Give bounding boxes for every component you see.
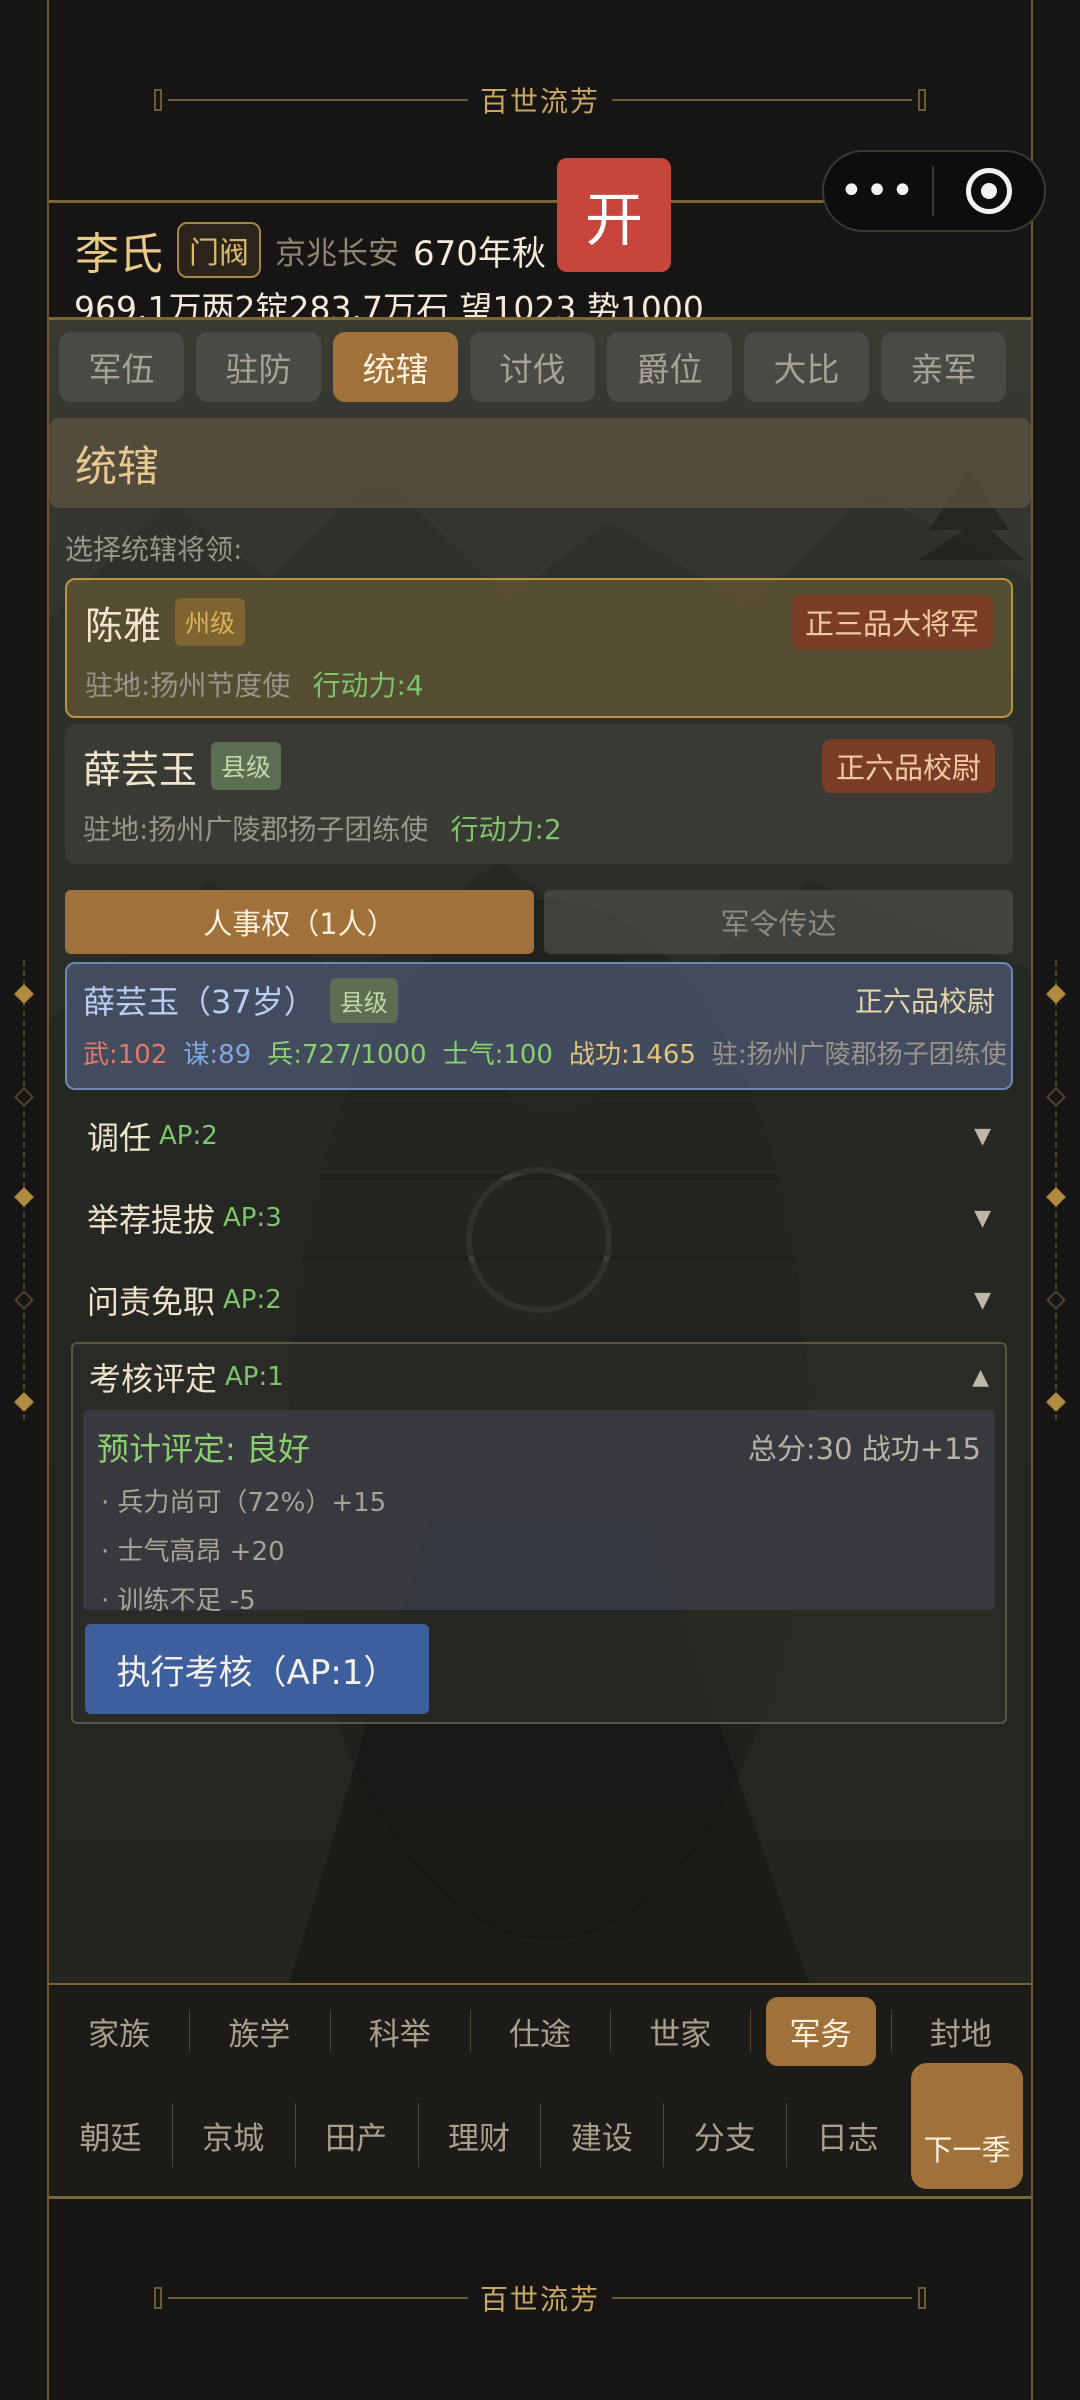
officer-name: 薛芸玉（37岁） [83, 983, 316, 1021]
nav-exam[interactable]: 科举 [329, 1993, 470, 2069]
subtab-personnel[interactable]: 人事权（1人） [65, 890, 534, 954]
officer-martial: 武:102 [83, 1040, 168, 1070]
chevron-down-icon: ▼ [974, 1287, 991, 1313]
player-header: 李氏 门阀 京兆长安 670年秋 [75, 218, 546, 282]
assessment-item: · 兵力尚可（72%）+15 [101, 1488, 387, 1518]
nav-clan-school[interactable]: 族学 [189, 1993, 329, 2069]
assessment-preview: 预计评定: 良好 总分:30 战功+15 · 兵力尚可（72%）+15 · 士气… [83, 1410, 995, 1616]
nav-label: 科举 [368, 2016, 431, 2053]
right-ornament [1032, 960, 1080, 1420]
nav-branch[interactable]: 分支 [663, 2077, 786, 2193]
chevron-up-icon: ▲ [972, 1364, 989, 1390]
main-panel: 军伍 驻防 统辖 讨伐 爵位 大比 亲军 统辖 选择统辖将领: 陈雅 州级 正三… [49, 320, 1031, 1984]
officer-rank: 正六品校尉 [854, 985, 995, 1018]
assessment-item: · 士气高昂 +20 [101, 1537, 285, 1567]
assessment-header[interactable]: 考核评定 AP:1 ▲ [73, 1344, 1005, 1410]
general-level-badge: 州级 [175, 598, 246, 646]
officer-post: 驻:扬州广陵郡扬子团练使 [711, 1040, 1007, 1070]
nav-label: 世家 [649, 2016, 712, 2053]
general-action-points: 行动力:4 [312, 669, 424, 702]
general-action-points: 行动力:2 [450, 813, 562, 846]
clan-location: 京兆长安 [275, 235, 399, 272]
mini-program-capsule: ••• [822, 150, 1046, 232]
tab-taofa[interactable]: 讨伐 [470, 332, 595, 402]
banner-title: 百世流芳 [479, 85, 600, 118]
more-dots-icon[interactable]: ••• [824, 171, 932, 211]
assessment-item: · 训练不足 -5 [101, 1586, 256, 1616]
action-title: 调任 [87, 1119, 152, 1157]
action-transfer[interactable]: 调任 AP:2 ▼ [71, 1098, 1007, 1174]
select-general-label: 选择统辖将领: [65, 533, 243, 566]
target-icon[interactable] [934, 168, 1044, 214]
nav-estate[interactable]: 田产 [294, 2077, 418, 2193]
officer-strategy: 谋:89 [183, 1040, 252, 1070]
nav-noble-houses[interactable]: 世家 [610, 1993, 750, 2069]
nav-label: 军务 [765, 1996, 876, 2066]
action-promote[interactable]: 举荐提拔 AP:3 ▼ [71, 1180, 1007, 1256]
action-ap: AP:2 [223, 1285, 282, 1315]
tab-junwu[interactable]: 军伍 [59, 332, 184, 402]
general-post: 驻地:扬州节度使 [85, 669, 291, 702]
bottom-banner: 百世流芳 [49, 2198, 1031, 2398]
officer-level-badge: 县级 [329, 977, 398, 1023]
nav-court[interactable]: 朝廷 [49, 2077, 172, 2193]
tab-tongxia[interactable]: 统辖 [333, 332, 458, 402]
game-date: 670年秋 [413, 233, 546, 274]
next-season-button[interactable]: 下一季 [911, 2063, 1023, 2189]
general-name: 陈雅 [85, 603, 162, 648]
clan-rank-badge: 门阀 [177, 222, 261, 278]
nav-fief[interactable]: 封地 [890, 1993, 1031, 2069]
action-title: 举荐提拔 [87, 1201, 216, 1239]
assessment-panel: 考核评定 AP:1 ▲ 预计评定: 良好 总分:30 战功+15 · 兵力尚可（… [71, 1342, 1007, 1724]
military-tabs: 军伍 驻防 统辖 讨伐 爵位 大比 亲军 [49, 332, 1031, 402]
general-card-selected[interactable]: 陈雅 州级 正三品大将军 驻地:扬州节度使 行动力:4 [65, 578, 1013, 718]
nav-capital[interactable]: 京城 [171, 2077, 295, 2193]
chevron-down-icon: ▼ [974, 1123, 991, 1149]
nav-finance[interactable]: 理财 [417, 2077, 541, 2193]
general-level-badge: 县级 [211, 742, 282, 790]
chevron-down-icon: ▼ [974, 1205, 991, 1231]
action-title: 问责免职 [87, 1283, 216, 1321]
bottom-navigation: 家族 族学 科举 仕途 世家 军务 封地 朝廷 京城 田产 理财 建设 分支 日… [49, 1985, 1031, 2198]
nav-career[interactable]: 仕途 [469, 1993, 610, 2069]
action-dismiss[interactable]: 问责免职 AP:2 ▼ [71, 1262, 1007, 1338]
nav-label: 封地 [929, 2016, 992, 2053]
nav-label: 族学 [228, 2016, 291, 2053]
nav-label: 家族 [88, 2016, 151, 2053]
open-button[interactable]: 开 [557, 158, 671, 272]
nav-construction[interactable]: 建设 [540, 2077, 663, 2193]
general-card[interactable]: 薛芸玉 县级 正六品校尉 驻地:扬州广陵郡扬子团练使 行动力:2 [65, 724, 1013, 864]
general-post: 驻地:扬州广陵郡扬子团练使 [83, 813, 429, 846]
officer-morale: 士气:100 [442, 1040, 553, 1070]
officer-troops: 兵:727/1000 [267, 1040, 427, 1070]
nav-label: 仕途 [508, 2016, 571, 2053]
general-rank-badge: 正六品校尉 [821, 739, 995, 793]
tab-zhufang[interactable]: 驻防 [196, 332, 321, 402]
assessment-ap: AP:1 [225, 1362, 284, 1392]
officer-card[interactable]: 薛芸玉（37岁） 县级 正六品校尉 武:102 谋:89 兵:727/1000 … [65, 962, 1013, 1090]
execute-assessment-button[interactable]: 执行考核（AP:1） [85, 1624, 429, 1714]
general-rank-badge: 正三品大将军 [790, 595, 993, 649]
command-subtabs: 人事权（1人） 军令传达 [65, 890, 1013, 954]
general-name: 薛芸玉 [83, 747, 198, 792]
tab-qinjun[interactable]: 亲军 [881, 332, 1006, 402]
nav-log[interactable]: 日志 [786, 2077, 909, 2193]
clan-name: 李氏 [75, 229, 163, 280]
action-ap: AP:2 [159, 1121, 218, 1151]
banner-title: 百世流芳 [479, 2283, 600, 2316]
action-ap: AP:3 [223, 1203, 282, 1233]
assessment-title: 考核评定 [89, 1360, 218, 1398]
tab-juewei[interactable]: 爵位 [607, 332, 732, 402]
tab-dabi[interactable]: 大比 [744, 332, 869, 402]
subtab-orders[interactable]: 军令传达 [544, 890, 1013, 954]
section-title: 统辖 [49, 418, 1031, 508]
officer-merit: 战功:1465 [568, 1040, 696, 1070]
left-ornament [0, 960, 48, 1420]
assessment-prediction: 预计评定: 良好 [97, 1430, 310, 1468]
nav-family[interactable]: 家族 [49, 1993, 189, 2069]
nav-military[interactable]: 军务 [750, 1993, 890, 2069]
assessment-score: 总分:30 战功+15 [747, 1432, 981, 1466]
